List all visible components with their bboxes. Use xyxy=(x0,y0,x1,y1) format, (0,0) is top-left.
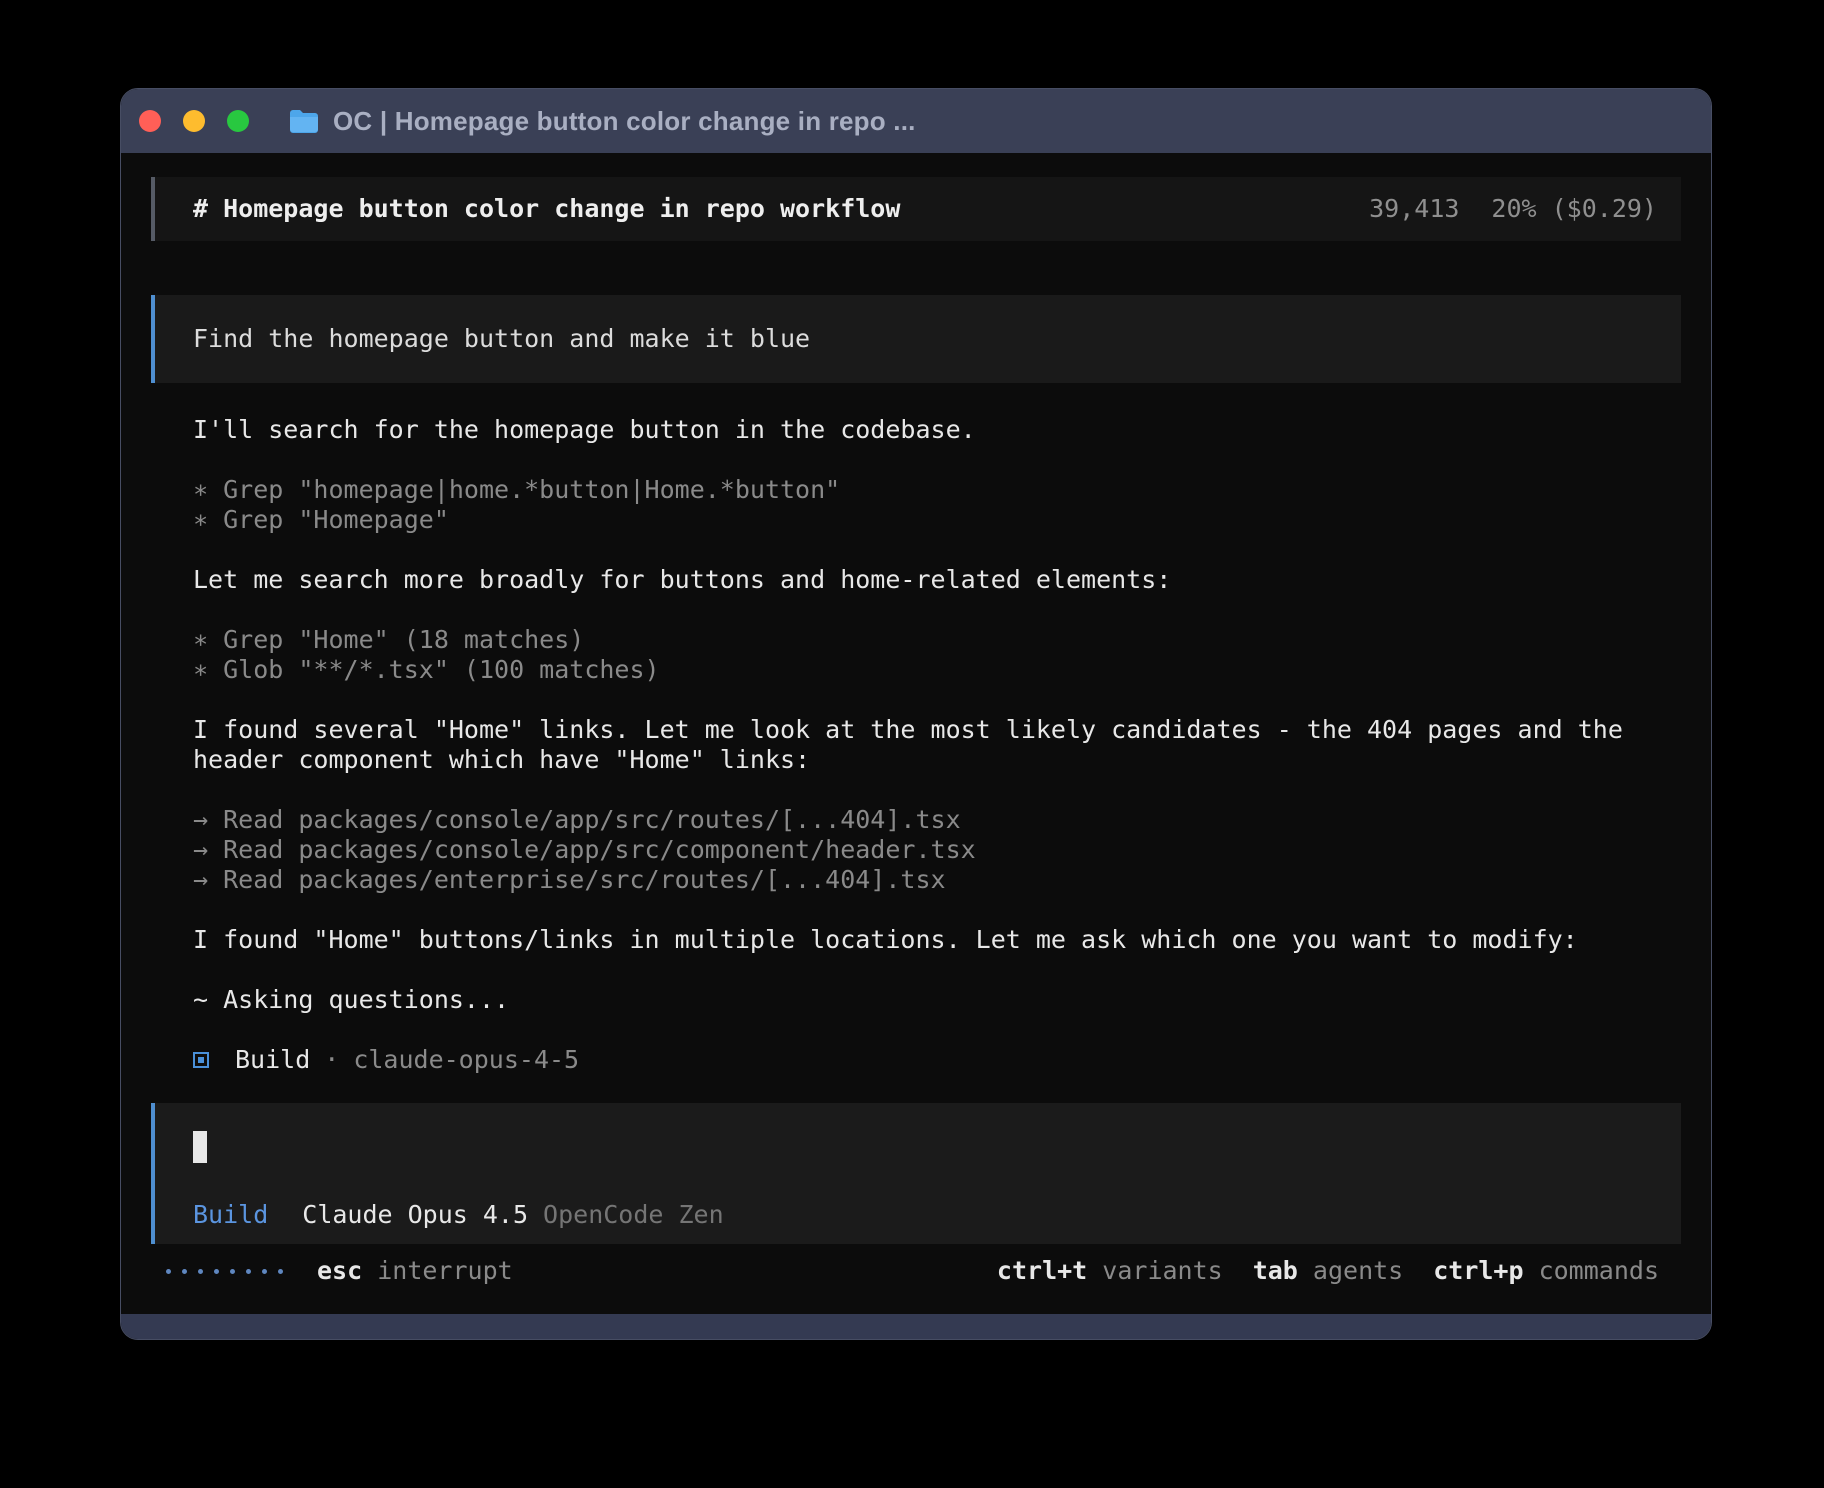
session-content: # Homepage button color change in repo w… xyxy=(121,153,1711,1314)
transcript-line xyxy=(193,445,1681,475)
token-count: 39,413 xyxy=(1369,194,1459,224)
transcript-line xyxy=(193,895,1681,925)
agent-name: Build xyxy=(235,1045,310,1075)
input-model-name: Claude Opus 4.5 xyxy=(302,1200,528,1230)
transcript-line: ∗ Glob "**/*.tsx" (100 matches) xyxy=(193,655,1681,685)
transcript-line xyxy=(193,535,1681,565)
window-title: OC | Homepage button color change in rep… xyxy=(333,106,916,137)
window-footer-strip xyxy=(121,1314,1711,1339)
shortcut-hint: ctrl+t variants xyxy=(997,1256,1223,1286)
session-stats: 39,413 20% ($0.29) xyxy=(1369,194,1657,224)
interrupt-hint: esc interrupt xyxy=(317,1256,513,1286)
minimize-button[interactable] xyxy=(183,110,205,132)
interrupt-label: interrupt xyxy=(377,1256,512,1285)
transcript-line xyxy=(193,955,1681,985)
transcript-line: I'll search for the homepage button in t… xyxy=(193,415,1681,445)
close-button[interactable] xyxy=(139,110,161,132)
shortcut-hints: ctrl+t variants tab agents ctrl+p commands xyxy=(997,1256,1659,1286)
transcript-line xyxy=(193,1015,1681,1045)
assistant-transcript: I'll search for the homepage button in t… xyxy=(193,415,1681,1045)
esc-label xyxy=(362,1256,377,1285)
zoom-button[interactable] xyxy=(227,110,249,132)
prompt-input[interactable]: Build Claude Opus 4.5 OpenCode Zen xyxy=(151,1103,1681,1244)
transcript-line: ~ Asking questions... xyxy=(193,985,1681,1015)
text-cursor xyxy=(193,1131,207,1163)
agent-status-line: Build · claude-opus-4-5 xyxy=(193,1045,1681,1075)
transcript-line: I found several "Home" links. Let me loo… xyxy=(193,715,1681,745)
transcript-line: header component which have "Home" links… xyxy=(193,745,1681,775)
transcript-line: ∗ Grep "homepage|home.*button|Home.*butt… xyxy=(193,475,1681,505)
session-header: # Homepage button color change in repo w… xyxy=(151,177,1681,241)
spinner-dots-icon xyxy=(166,1269,283,1274)
esc-key: esc xyxy=(317,1256,362,1285)
agent-separator: · xyxy=(324,1045,339,1075)
transcript-line: → Read packages/console/app/src/routes/[… xyxy=(193,805,1681,835)
session-title: # Homepage button color change in repo w… xyxy=(193,194,900,224)
status-bar: esc interrupt ctrl+t variantstab agentsc… xyxy=(151,1256,1681,1286)
titlebar: OC | Homepage button color change in rep… xyxy=(121,89,1711,153)
user-message: Find the homepage button and make it blu… xyxy=(151,295,1681,383)
transcript-line: → Read packages/enterprise/src/routes/[.… xyxy=(193,865,1681,895)
transcript-line: → Read packages/console/app/src/componen… xyxy=(193,835,1681,865)
transcript-line xyxy=(193,595,1681,625)
build-square-icon xyxy=(193,1052,209,1068)
user-message-text: Find the homepage button and make it blu… xyxy=(193,324,810,354)
agent-model: claude-opus-4-5 xyxy=(353,1045,579,1075)
transcript-line: ∗ Grep "Home" (18 matches) xyxy=(193,625,1681,655)
transcript-line xyxy=(193,775,1681,805)
transcript-line: ∗ Grep "Homepage" xyxy=(193,505,1681,535)
input-model-row: Build Claude Opus 4.5 OpenCode Zen xyxy=(193,1200,724,1230)
traffic-lights xyxy=(139,110,249,132)
transcript-line: I found "Home" buttons/links in multiple… xyxy=(193,925,1681,955)
transcript-line: Let me search more broadly for buttons a… xyxy=(193,565,1681,595)
folder-icon xyxy=(289,109,319,134)
context-usage: 20% ($0.29) xyxy=(1491,194,1657,224)
terminal-window: OC | Homepage button color change in rep… xyxy=(120,88,1712,1340)
transcript-line xyxy=(193,685,1681,715)
shortcut-hint: ctrl+p commands xyxy=(1433,1256,1659,1286)
input-model-provider: OpenCode Zen xyxy=(543,1200,724,1230)
input-agent-label[interactable]: Build xyxy=(193,1200,268,1230)
shortcut-hint: tab agents xyxy=(1253,1256,1404,1286)
